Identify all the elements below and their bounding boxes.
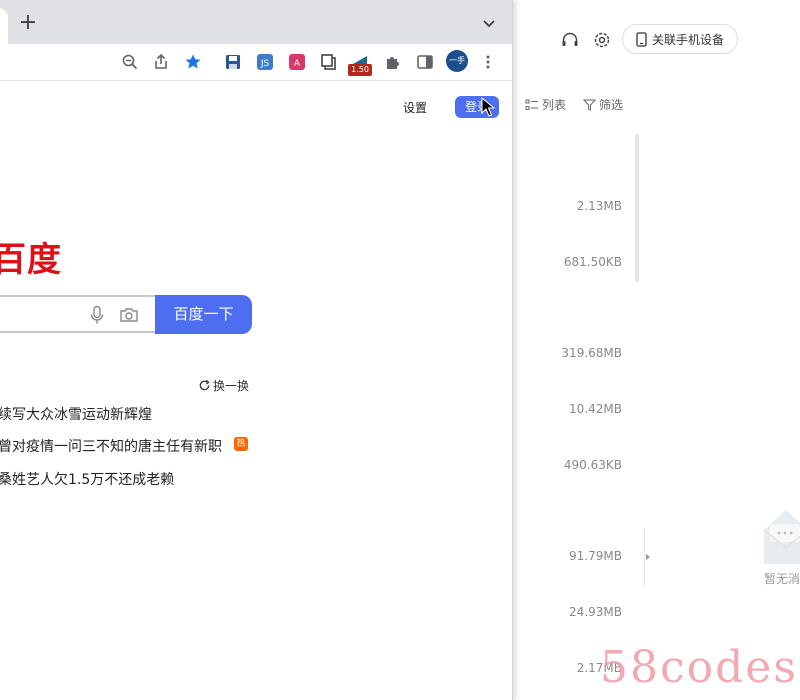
link-phone-button[interactable]: 关联手机设备 — [622, 24, 738, 54]
refresh-hot-list[interactable]: 换一换 — [198, 377, 249, 394]
file-size: 490.63KB — [563, 458, 622, 472]
list-view-label: 列表 — [542, 98, 567, 112]
more-menu-icon[interactable] — [478, 52, 498, 72]
svg-text:A: A — [294, 59, 301, 69]
settings-link[interactable]: 设置 — [403, 99, 427, 116]
filter-button[interactable]: 筛选 — [583, 96, 623, 113]
hot-badge: 热 — [234, 437, 248, 451]
camera-icon[interactable] — [119, 305, 139, 325]
extension-badge: 1.50 — [348, 64, 372, 76]
hot-list-item[interactable]: 续写大众冰雪运动新辉煌 — [0, 404, 152, 424]
svg-text:JS: JS — [260, 59, 270, 69]
refresh-label: 换一换 — [213, 379, 250, 393]
tab-search-chevron-icon[interactable] — [480, 14, 498, 32]
side-panel-icon[interactable] — [415, 52, 435, 72]
phone-icon — [636, 31, 647, 47]
link-phone-label: 关联手机设备 — [651, 32, 724, 47]
zoom-icon[interactable] — [120, 52, 140, 72]
new-tab-button[interactable]: + — [17, 12, 39, 34]
headset-icon[interactable] — [560, 30, 580, 50]
filter-label: 筛选 — [599, 98, 624, 112]
file-size: 24.93MB — [569, 605, 622, 619]
share-icon[interactable] — [151, 52, 171, 72]
browser-window: + JS A 1.50 一手 设置 登录 百度 百度一下 换一换 续写大众冰雪运… — [0, 0, 513, 700]
list-icon — [525, 99, 538, 110]
web-page — [0, 81, 512, 700]
search-button[interactable]: 百度一下 — [155, 295, 252, 334]
file-size: 91.79MB — [569, 549, 622, 563]
tab-strip: + — [0, 0, 512, 44]
refresh-icon — [199, 379, 210, 391]
copy-extension-icon[interactable] — [319, 52, 339, 72]
hot-list-item[interactable]: 桑姓艺人欠1.5万不还成老赖 — [0, 469, 174, 489]
empty-state-text: 暂无消 — [764, 572, 800, 586]
list-view-toggle[interactable]: 列表 — [525, 96, 566, 113]
save-extension-icon[interactable] — [223, 52, 243, 72]
gear-icon[interactable] — [592, 30, 612, 50]
filter-icon — [583, 99, 596, 111]
puzzle-extensions-icon[interactable] — [383, 52, 403, 72]
bookmark-star-icon[interactable] — [183, 52, 203, 72]
file-size: 2.13MB — [576, 199, 622, 213]
file-size: 319.68MB — [561, 346, 622, 360]
baidu-logo: 百度 — [0, 240, 62, 280]
active-tab[interactable] — [0, 8, 8, 44]
translate-extension-icon[interactable]: A — [287, 52, 307, 72]
js-extension-icon[interactable]: JS — [255, 52, 275, 72]
file-size: 681.50KB — [563, 255, 622, 269]
file-list-scrollbar[interactable] — [635, 134, 639, 282]
watermark: 58codes — [600, 642, 798, 693]
collapse-arrow-icon[interactable] — [645, 553, 651, 561]
hot-list-item[interactable]: 曾对疫情一问三不知的唐主任有新职 — [0, 436, 222, 456]
browser-toolbar: JS A — [0, 44, 512, 81]
microphone-icon[interactable] — [89, 305, 105, 325]
mouse-cursor-icon — [481, 97, 495, 117]
file-size: 10.42MB — [569, 402, 622, 416]
empty-message-icon — [763, 510, 800, 564]
profile-avatar[interactable]: 一手 — [446, 50, 468, 72]
